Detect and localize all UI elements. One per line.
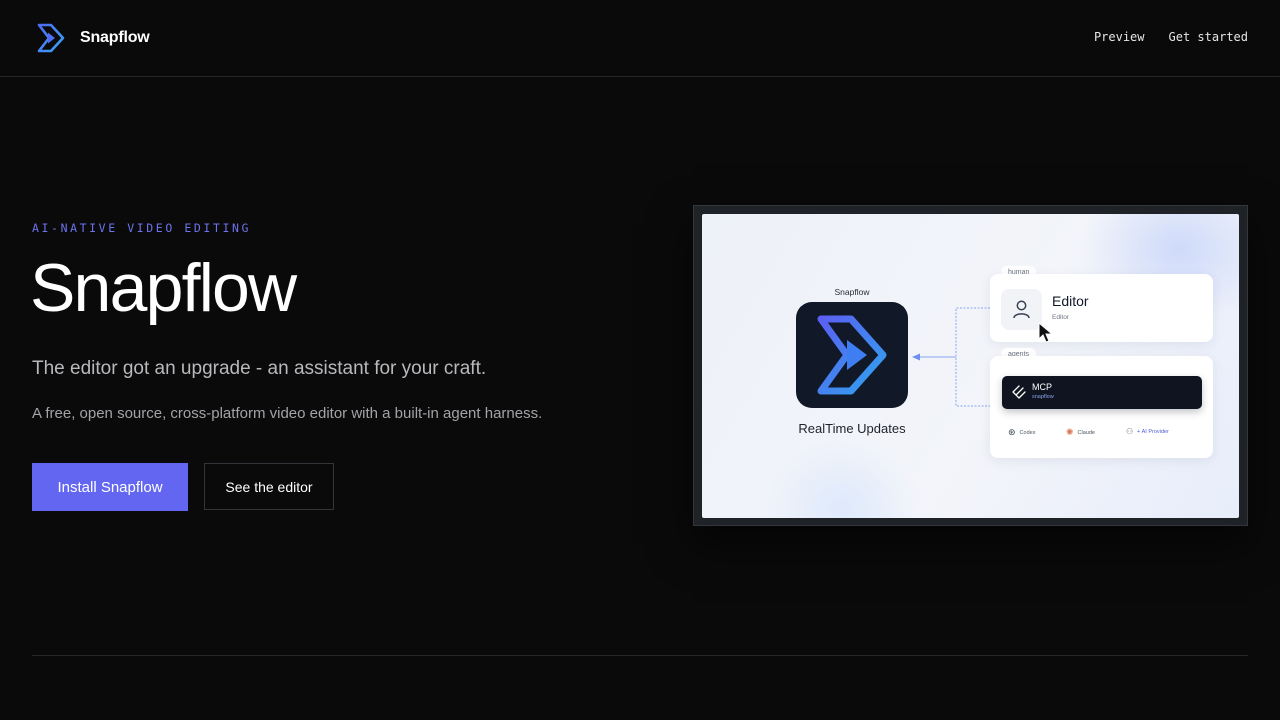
brand-name: Snapflow [80, 29, 150, 46]
hero-eyebrow: AI-NATIVE VIDEO EDITING [32, 221, 252, 235]
agent-add-provider: ⚇ + AI Provider [1126, 428, 1169, 436]
app-caption: RealTime Updates [798, 421, 906, 436]
agent-codex: ⊛ Codex [1008, 428, 1035, 437]
nav-links: Preview Get started [1094, 30, 1248, 44]
nav-link-get-started[interactable]: Get started [1169, 30, 1248, 44]
editor-subtitle: Editor [1052, 314, 1069, 321]
see-editor-button[interactable]: See the editor [204, 463, 334, 510]
agents-card: MCP snapflow ⊛ Codex ✺ Claude ⚇ + AI Pro… [990, 356, 1213, 458]
mcp-title: MCP [1032, 382, 1052, 392]
user-icon [1013, 300, 1030, 319]
app-label: Snapflow [834, 287, 870, 297]
brand-link[interactable]: Snapflow [36, 22, 150, 54]
agent-label: Claude [1077, 429, 1095, 436]
agent-label: + AI Provider [1137, 429, 1169, 435]
preview-frame: Snapflow RealTime Updates human Editor E… [693, 205, 1248, 526]
avatar [1001, 289, 1042, 330]
snapflow-app-icon [796, 302, 908, 408]
install-button[interactable]: Install Snapflow [32, 463, 188, 511]
hero-tagline: The editor got an upgrade - an assistant… [32, 358, 487, 379]
human-card: Editor Editor [990, 274, 1213, 343]
claude-icon: ✺ [1066, 427, 1074, 437]
mcp-icon [1012, 385, 1026, 399]
mcp-box: MCP snapflow [1002, 376, 1202, 409]
hero-description: A free, open source, cross-platform vide… [32, 405, 543, 422]
agent-label: Codex [1019, 429, 1036, 436]
mcp-subtitle: snapflow [1032, 394, 1054, 400]
section-divider [32, 655, 1248, 656]
ai-provider-icon: ⚇ [1126, 427, 1134, 436]
editor-title: Editor [1052, 293, 1089, 309]
preview-screen: Snapflow RealTime Updates human Editor E… [702, 214, 1239, 518]
codex-icon: ⊛ [1008, 427, 1016, 437]
agent-claude: ✺ Claude [1066, 428, 1095, 437]
cursor-icon [1038, 322, 1054, 343]
top-nav: Snapflow Preview Get started [0, 0, 1280, 77]
snapflow-logo-icon [37, 23, 65, 53]
hero-title: Snapflow [30, 250, 297, 326]
nav-link-preview[interactable]: Preview [1094, 30, 1145, 44]
